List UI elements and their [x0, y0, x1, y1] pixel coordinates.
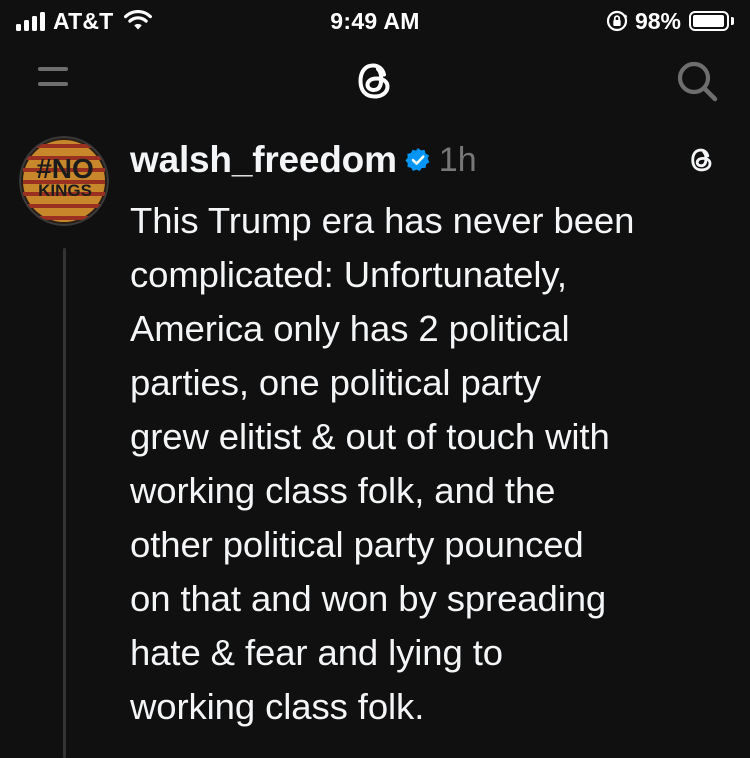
post-text-line: on that and won by spreading: [130, 578, 607, 619]
nav-bar: [0, 44, 750, 110]
post-timestamp: 1h: [438, 140, 477, 179]
post-text-line: This Trump era has never been: [130, 200, 635, 241]
avatar-text-top: #NO: [36, 153, 94, 184]
verified-badge-icon: [405, 148, 430, 171]
post-text-line: working class folk.: [130, 686, 425, 727]
threads-badge-icon: [691, 148, 712, 172]
post-text: This Trump era has never been complicate…: [130, 194, 730, 734]
battery-tip: [731, 17, 734, 25]
post-text-line: working class folk, and the: [130, 470, 556, 511]
orientation-lock-icon: [606, 10, 628, 32]
post-text-line: complicated: Unfortunately,: [130, 254, 567, 295]
post-username[interactable]: walsh_freedom: [130, 139, 397, 181]
battery-percent: 98%: [634, 7, 681, 34]
thread-line: [63, 248, 66, 758]
thread-post[interactable]: #NO KINGS walsh_freedom 1h This Trump er…: [0, 120, 750, 758]
battery-icon: [689, 11, 729, 31]
status-right: 98%: [605, 8, 734, 34]
post-text-line: other political party pounced: [130, 524, 584, 565]
post-text-line: hate & fear and lying to: [130, 632, 503, 673]
post-text-line: America only has 2 political: [130, 308, 570, 349]
menu-icon[interactable]: [38, 64, 74, 90]
status-bar: AT&T 9:49 AM 98%: [0, 0, 750, 44]
avatar[interactable]: #NO KINGS: [19, 136, 109, 226]
battery-fill: [693, 15, 724, 27]
post-header: walsh_freedom 1h: [130, 138, 477, 182]
post-text-line: parties, one political party: [130, 362, 542, 403]
post-text-line: grew elitist & out of touch with: [130, 416, 610, 457]
avatar-text-bottom: KINGS: [38, 181, 92, 200]
threads-logo-icon[interactable]: [350, 56, 400, 106]
search-icon[interactable]: [674, 58, 720, 104]
